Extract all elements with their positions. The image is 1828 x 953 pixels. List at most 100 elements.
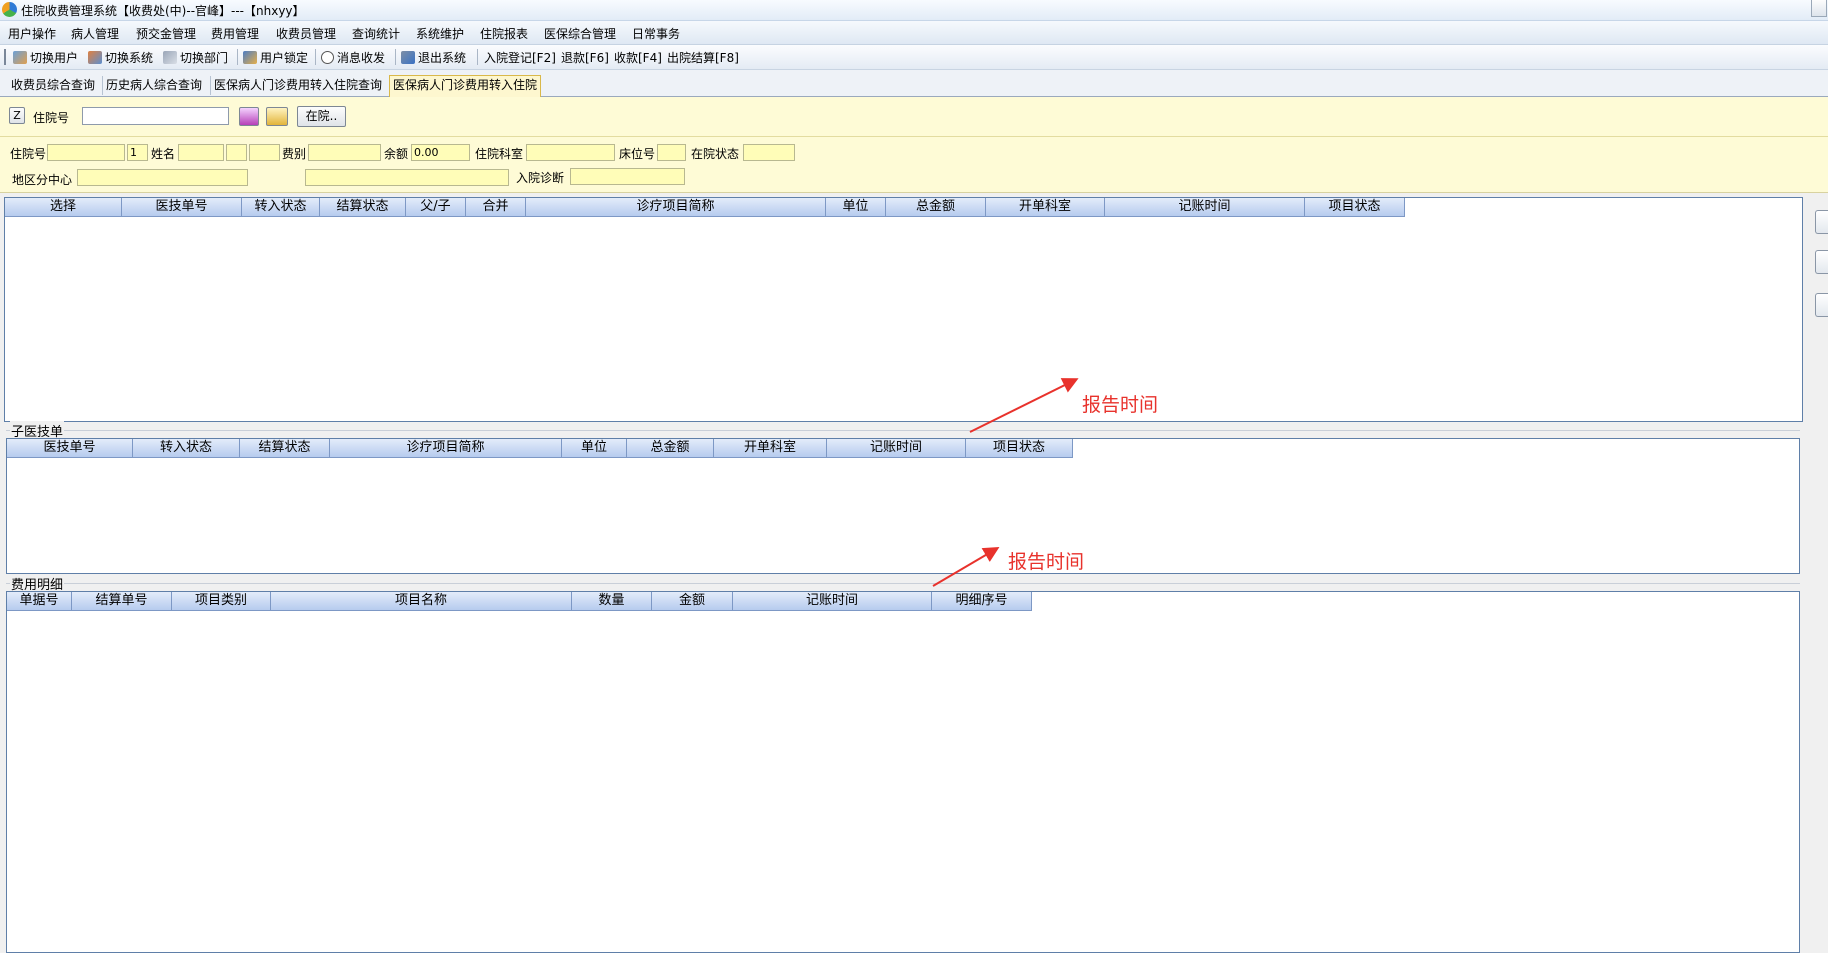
diagnosis-field[interactable] bbox=[570, 168, 685, 185]
col-settle-status[interactable]: 结算状态 bbox=[320, 198, 406, 216]
seq-field[interactable]: 1 bbox=[127, 144, 148, 161]
col-total[interactable]: 总金额 bbox=[886, 198, 986, 216]
dept-label: 住院科室 bbox=[475, 147, 524, 161]
tab-transfer-query[interactable]: 医保病人门诊费用转入住院查询 bbox=[210, 76, 385, 95]
col-bill-time[interactable]: 记账时间 bbox=[1105, 198, 1305, 216]
col-item-name[interactable]: 诊疗项目简称 bbox=[330, 439, 562, 457]
col-detail-seq[interactable]: 明细序号 bbox=[932, 592, 1032, 610]
col-settle-no[interactable]: 结算单号 bbox=[72, 592, 172, 610]
col-unit[interactable]: 单位 bbox=[562, 439, 627, 457]
menu-bar: 用户操作 病人管理 预交金管理 费用管理 收费员管理 查询统计 系统维护 住院报… bbox=[0, 21, 1828, 45]
refund-button[interactable]: 退款[F6] bbox=[561, 49, 609, 66]
status-field[interactable] bbox=[743, 144, 795, 161]
inpatient-no-label: 住院号 bbox=[10, 147, 47, 161]
annotation-report-time: 报告时间 bbox=[1082, 394, 1159, 416]
switch-dept-button[interactable]: 切换部门 bbox=[163, 49, 228, 66]
col-merge[interactable]: 合并 bbox=[466, 198, 526, 216]
col-order-no[interactable]: 医技单号 bbox=[122, 198, 242, 216]
col-dept[interactable]: 开单科室 bbox=[986, 198, 1105, 216]
menu-cashier[interactable]: 收费员管理 bbox=[276, 25, 336, 42]
status-label: 在院状态 bbox=[691, 147, 740, 161]
search-panel: Z 住院号 在院.. bbox=[0, 97, 1828, 137]
col-category[interactable]: 项目类别 bbox=[172, 592, 271, 610]
menu-system[interactable]: 系统维护 bbox=[416, 25, 464, 42]
col-select[interactable]: 选择 bbox=[5, 198, 122, 216]
region-name-field[interactable] bbox=[305, 169, 509, 186]
menu-fees[interactable]: 费用管理 bbox=[211, 25, 259, 42]
col-bill-time[interactable]: 记账时间 bbox=[733, 592, 932, 610]
side-button[interactable] bbox=[1815, 293, 1828, 317]
exit-system-button[interactable]: 退出系统 bbox=[401, 49, 466, 66]
restore-icon[interactable] bbox=[1811, 0, 1827, 17]
sub-grid-header: 医技单号 转入状态 结算状态 诊疗项目简称 单位 总金额 开单科室 记账时间 项… bbox=[7, 439, 1073, 458]
discharge-settle-button[interactable]: 出院结算[F8] bbox=[667, 49, 739, 66]
fee-grid[interactable]: 单据号 结算单号 项目类别 项目名称 数量 金额 记账时间 明细序号 bbox=[6, 591, 1800, 953]
tab-cashier-query[interactable]: 收费员综合查询 bbox=[8, 76, 98, 95]
switch-dept-icon bbox=[163, 51, 177, 64]
admission-button[interactable]: 入院登记[F2] bbox=[484, 49, 556, 66]
toolbar: 切换用户 切换系统 切换部门 用户锁定 消息收发 退出系统 入院登记[F2] 退… bbox=[0, 45, 1828, 70]
menu-patient[interactable]: 病人管理 bbox=[71, 25, 119, 42]
fee-type-field[interactable] bbox=[308, 144, 381, 161]
col-parent-child[interactable]: 父/子 bbox=[406, 198, 466, 216]
col-transfer-status[interactable]: 转入状态 bbox=[133, 439, 240, 457]
sub-grid[interactable]: 医技单号 转入状态 结算状态 诊疗项目简称 单位 总金额 开单科室 记账时间 项… bbox=[6, 438, 1800, 574]
bed-field[interactable] bbox=[657, 144, 686, 161]
exit-door-icon bbox=[401, 51, 415, 64]
col-quantity[interactable]: 数量 bbox=[572, 592, 652, 610]
user-lock-icon bbox=[243, 51, 257, 64]
annotation-report-time: 报告时间 bbox=[1008, 551, 1085, 573]
name-field[interactable] bbox=[178, 144, 224, 161]
name-label: 姓名 bbox=[151, 147, 176, 161]
balance-field[interactable]: 0.00 bbox=[411, 144, 470, 161]
col-dept[interactable]: 开单科室 bbox=[714, 439, 827, 457]
switch-system-icon bbox=[88, 51, 102, 64]
col-item-status[interactable]: 项目状态 bbox=[966, 439, 1073, 457]
age-field[interactable] bbox=[249, 144, 280, 161]
search-input[interactable] bbox=[82, 107, 229, 125]
messages-button[interactable]: 消息收发 bbox=[321, 49, 385, 66]
toolbar-separator bbox=[395, 49, 396, 65]
tab-bar: 收费员综合查询 历史病人综合查询 医保病人门诊费用转入住院查询 医保病人门诊费用… bbox=[0, 70, 1828, 97]
col-transfer-status[interactable]: 转入状态 bbox=[242, 198, 320, 216]
col-item-status[interactable]: 项目状态 bbox=[1305, 198, 1405, 216]
switch-system-button[interactable]: 切换系统 bbox=[88, 49, 153, 66]
tab-transfer-active[interactable]: 医保病人门诊费用转入住院 bbox=[389, 75, 542, 97]
user-lock-button[interactable]: 用户锁定 bbox=[243, 49, 308, 66]
col-settle-status[interactable]: 结算状态 bbox=[240, 439, 330, 457]
region-label: 地区分中心 bbox=[12, 173, 73, 187]
main-grid[interactable]: 选择 医技单号 转入状态 结算状态 父/子 合并 诊疗项目简称 单位 总金额 开… bbox=[4, 197, 1803, 422]
side-button[interactable] bbox=[1815, 250, 1828, 274]
col-doc-no[interactable]: 单据号 bbox=[7, 592, 72, 610]
dept-field[interactable] bbox=[526, 144, 615, 161]
col-item-name[interactable]: 诊疗项目简称 bbox=[526, 198, 826, 216]
gender-field[interactable] bbox=[226, 144, 247, 161]
inpatient-no-field[interactable] bbox=[47, 144, 125, 161]
toolbar-separator bbox=[477, 49, 478, 65]
z-toggle-button[interactable]: Z bbox=[9, 107, 25, 124]
col-amount[interactable]: 金额 bbox=[652, 592, 733, 610]
col-unit[interactable]: 单位 bbox=[826, 198, 886, 216]
tab-history-query[interactable]: 历史病人综合查询 bbox=[102, 76, 205, 95]
receive-payment-button[interactable]: 收款[F4] bbox=[614, 49, 662, 66]
clear-brush-icon[interactable] bbox=[266, 107, 288, 126]
in-hospital-button[interactable]: 在院.. bbox=[297, 106, 346, 127]
fee-group-line bbox=[6, 583, 1800, 584]
menu-insurance[interactable]: 医保综合管理 bbox=[544, 25, 616, 42]
col-order-no[interactable]: 医技单号 bbox=[7, 439, 133, 457]
switch-user-button[interactable]: 切换用户 bbox=[13, 49, 78, 66]
menu-reports[interactable]: 住院报表 bbox=[480, 25, 528, 42]
menu-query-stats[interactable]: 查询统计 bbox=[352, 25, 400, 42]
menu-daily[interactable]: 日常事务 bbox=[632, 25, 680, 42]
col-bill-time[interactable]: 记账时间 bbox=[827, 439, 966, 457]
menu-prepay[interactable]: 预交金管理 bbox=[136, 25, 196, 42]
app-logo-icon bbox=[2, 2, 17, 17]
calculator-icon[interactable] bbox=[239, 107, 259, 126]
menu-user-ops[interactable]: 用户操作 bbox=[8, 25, 56, 42]
fee-type-label: 费别 bbox=[282, 147, 307, 161]
col-item-name[interactable]: 项目名称 bbox=[271, 592, 572, 610]
sub-group-line bbox=[6, 430, 1800, 431]
region-field[interactable] bbox=[77, 169, 248, 186]
side-button[interactable] bbox=[1815, 210, 1828, 234]
col-total[interactable]: 总金额 bbox=[627, 439, 714, 457]
